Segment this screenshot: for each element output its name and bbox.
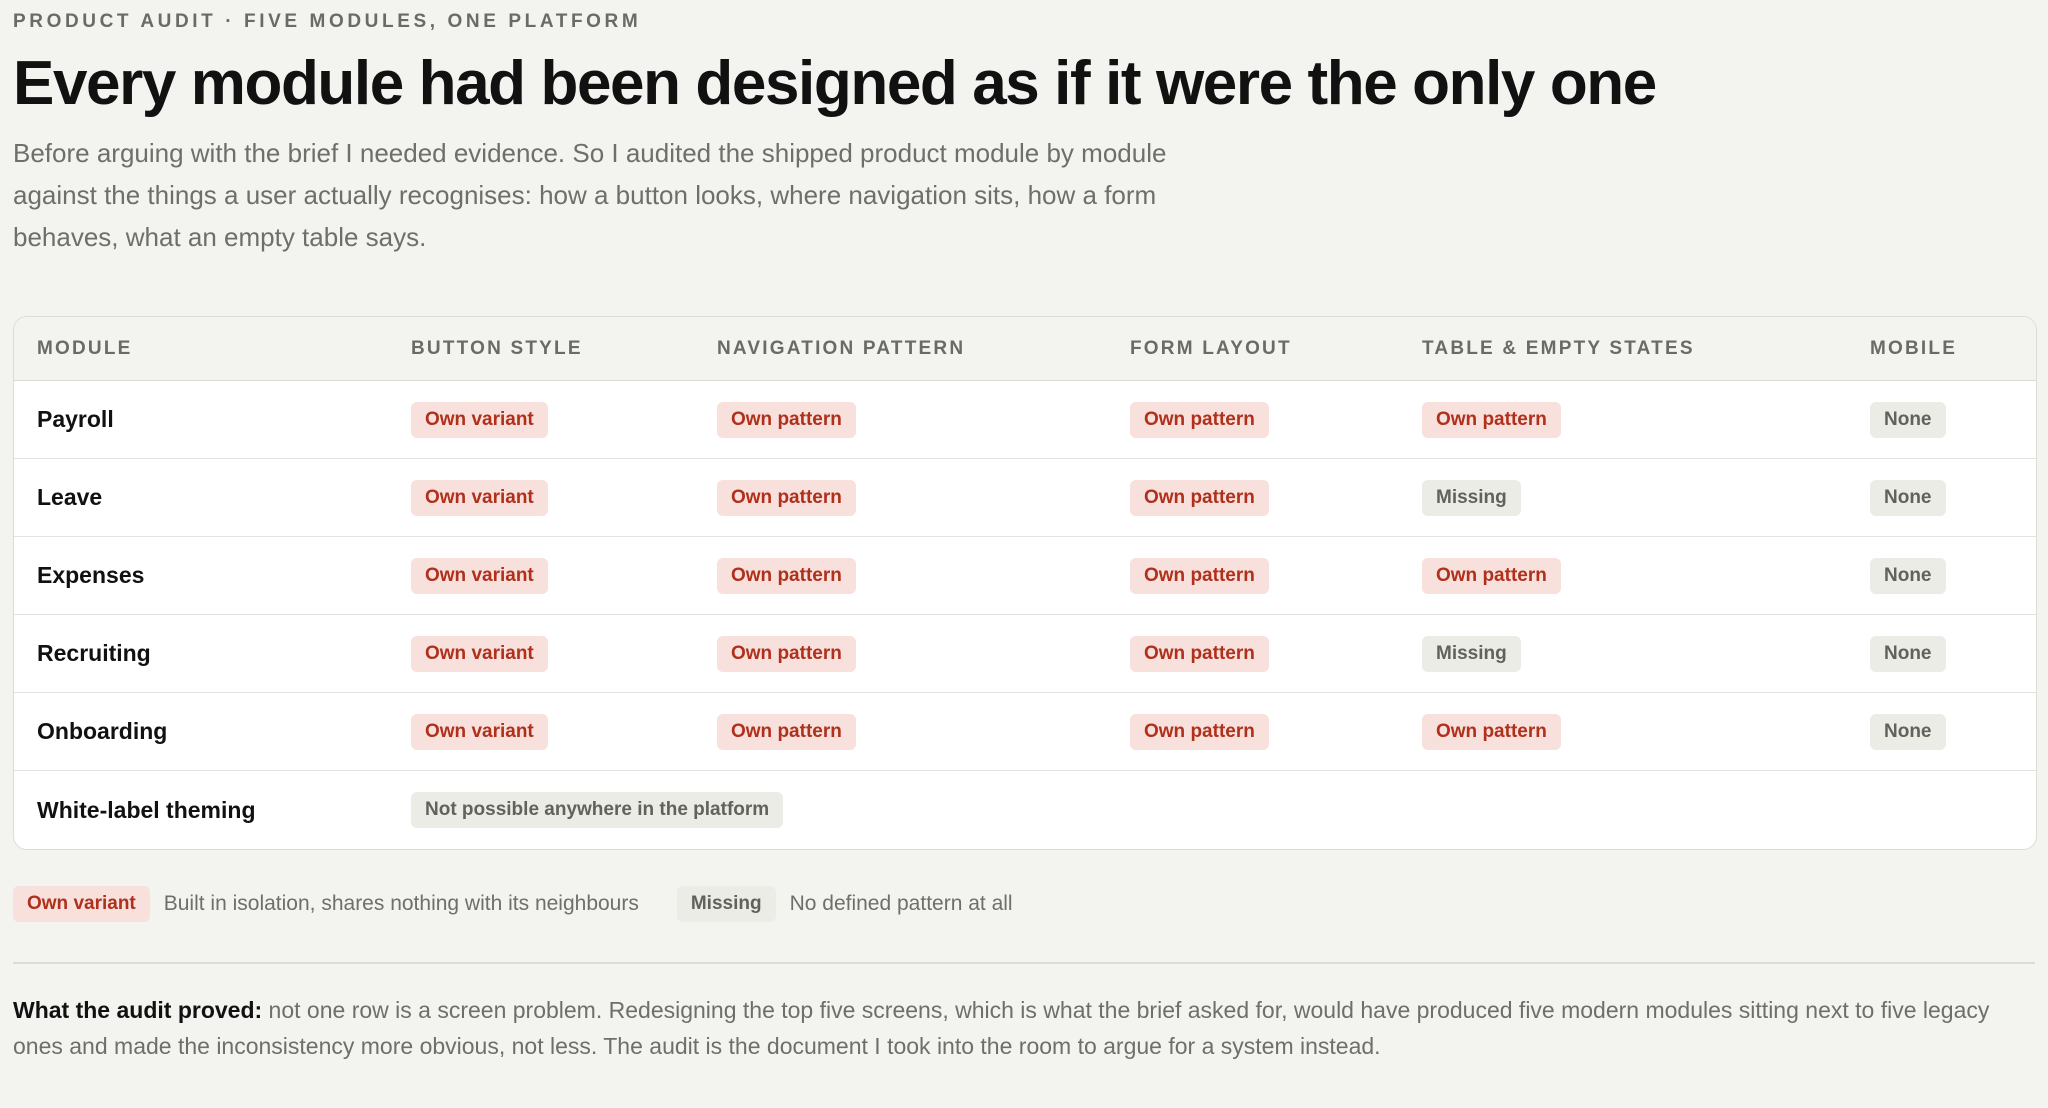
mobile-cell: None (1847, 692, 2036, 772)
navigation-cell: Own pattern (694, 614, 1107, 694)
button-style-cell: Own variant (388, 380, 694, 460)
divider (13, 962, 2035, 964)
status-badge: None (1870, 401, 1946, 438)
column-header-mobile: MOBILE (1847, 316, 2036, 382)
status-badge: Own variant (411, 401, 548, 438)
status-badge: Missing (1422, 479, 1521, 516)
status-badge: None (1870, 635, 1946, 672)
button-style-cell: Own variant (388, 458, 694, 538)
conclusion-body: not one row is a screen problem. Redesig… (13, 996, 1990, 1059)
form-layout-cell: Own pattern (1107, 614, 1399, 694)
status-badge: Own pattern (717, 713, 856, 750)
status-badge: None (1870, 713, 1946, 750)
theming-row: White-label theming Not possible anywher… (14, 771, 2036, 850)
page: PRODUCT AUDIT · FIVE MODULES, ONE PLATFO… (0, 11, 2048, 1064)
status-badge: Own pattern (1130, 713, 1269, 750)
legend-missing-badge: Missing (676, 886, 776, 923)
navigation-cell: Own pattern (694, 380, 1107, 460)
status-badge: Own pattern (1422, 557, 1561, 594)
conclusion-paragraph: What the audit proved: not one row is a … (13, 992, 2035, 1064)
button-style-cell: Own variant (388, 692, 694, 772)
module-cell: Leave (14, 458, 388, 538)
status-badge: None (1870, 479, 1946, 516)
table-row: Leave Own variant Own pattern Own patter… (14, 458, 2036, 538)
status-badge: Own pattern (717, 635, 856, 672)
status-badge: Own variant (411, 557, 548, 594)
navigation-cell: Own pattern (694, 536, 1107, 616)
legend: Own variant Built in isolation, shares n… (13, 886, 2035, 923)
column-header-navigation-pattern: NAVIGATION PATTERN (694, 316, 1107, 382)
column-header-button-style: BUTTON STYLE (388, 316, 694, 382)
status-badge: Own pattern (717, 479, 856, 516)
module-name: Expenses (37, 562, 145, 589)
table-states-cell: Missing (1399, 458, 1847, 538)
status-badge: Own variant (411, 479, 548, 516)
module-name: White-label theming (37, 796, 256, 823)
status-badge: Own pattern (1130, 401, 1269, 438)
mobile-cell: None (1847, 614, 2036, 694)
button-style-cell: Own variant (388, 614, 694, 694)
navigation-cell: Own pattern (694, 692, 1107, 772)
table-states-cell: Own pattern (1399, 536, 1847, 616)
table-states-cell: Own pattern (1399, 380, 1847, 460)
module-cell: Payroll (14, 380, 388, 460)
status-badge: Own pattern (1130, 635, 1269, 672)
column-header-module: MODULE (14, 316, 388, 382)
module-name: Payroll (37, 406, 114, 433)
module-name: Onboarding (37, 718, 168, 745)
legend-own-variant-badge: Own variant (13, 886, 150, 923)
audit-table: MODULE BUTTON STYLE NAVIGATION PATTERN F… (14, 316, 2036, 850)
table-states-cell: Own pattern (1399, 692, 1847, 772)
table-states-cell: Missing (1399, 614, 1847, 694)
page-title: Every module had been designed as if it … (13, 49, 1657, 118)
column-header-form-layout: FORM LAYOUT (1107, 316, 1399, 382)
form-layout-cell: Own pattern (1107, 692, 1399, 772)
form-layout-cell: Own pattern (1107, 536, 1399, 616)
table-row: Recruiting Own variant Own pattern Own p… (14, 614, 2036, 694)
column-header-table-empty-states: TABLE & EMPTY STATES (1399, 316, 1847, 382)
legend-own-variant-description: Built in isolation, shares nothing with … (163, 892, 639, 916)
module-cell: White-label theming (14, 771, 388, 850)
button-style-cell: Own variant (388, 536, 694, 616)
eyebrow: PRODUCT AUDIT · FIVE MODULES, ONE PLATFO… (13, 11, 642, 32)
status-badge: Not possible anywhere in the platform (411, 792, 784, 829)
mobile-cell: None (1847, 458, 2036, 538)
module-name: Leave (37, 484, 103, 511)
module-cell: Recruiting (14, 614, 388, 694)
intro-paragraph: Before arguing with the brief I needed e… (13, 137, 1167, 252)
module-cell: Expenses (14, 536, 388, 616)
module-name: Recruiting (37, 640, 151, 667)
legend-missing-description: No defined pattern at all (789, 892, 1013, 916)
theming-cell: Not possible anywhere in the platform (388, 771, 2036, 850)
status-badge: Missing (1422, 635, 1521, 672)
table-row: Onboarding Own variant Own pattern Own p… (14, 692, 2036, 772)
status-badge: Own pattern (717, 557, 856, 594)
status-badge: Own pattern (1130, 557, 1269, 594)
status-badge: Own variant (411, 635, 548, 672)
conclusion-lead: What the audit proved: (13, 996, 263, 1023)
status-badge: Own pattern (717, 401, 856, 438)
form-layout-cell: Own pattern (1107, 458, 1399, 538)
form-layout-cell: Own pattern (1107, 380, 1399, 460)
mobile-cell: None (1847, 380, 2036, 460)
status-badge: Own pattern (1422, 713, 1561, 750)
audit-table-card: MODULE BUTTON STYLE NAVIGATION PATTERN F… (13, 315, 2037, 851)
status-badge: Own pattern (1422, 401, 1561, 438)
navigation-cell: Own pattern (694, 458, 1107, 538)
table-row: Payroll Own variant Own pattern Own patt… (14, 380, 2036, 460)
mobile-cell: None (1847, 536, 2036, 616)
table-row: Expenses Own variant Own pattern Own pat… (14, 536, 2036, 616)
status-badge: Own pattern (1130, 479, 1269, 516)
status-badge: Own variant (411, 713, 548, 750)
status-badge: None (1870, 557, 1946, 594)
table-header-row: MODULE BUTTON STYLE NAVIGATION PATTERN F… (14, 316, 2036, 382)
module-cell: Onboarding (14, 692, 388, 772)
